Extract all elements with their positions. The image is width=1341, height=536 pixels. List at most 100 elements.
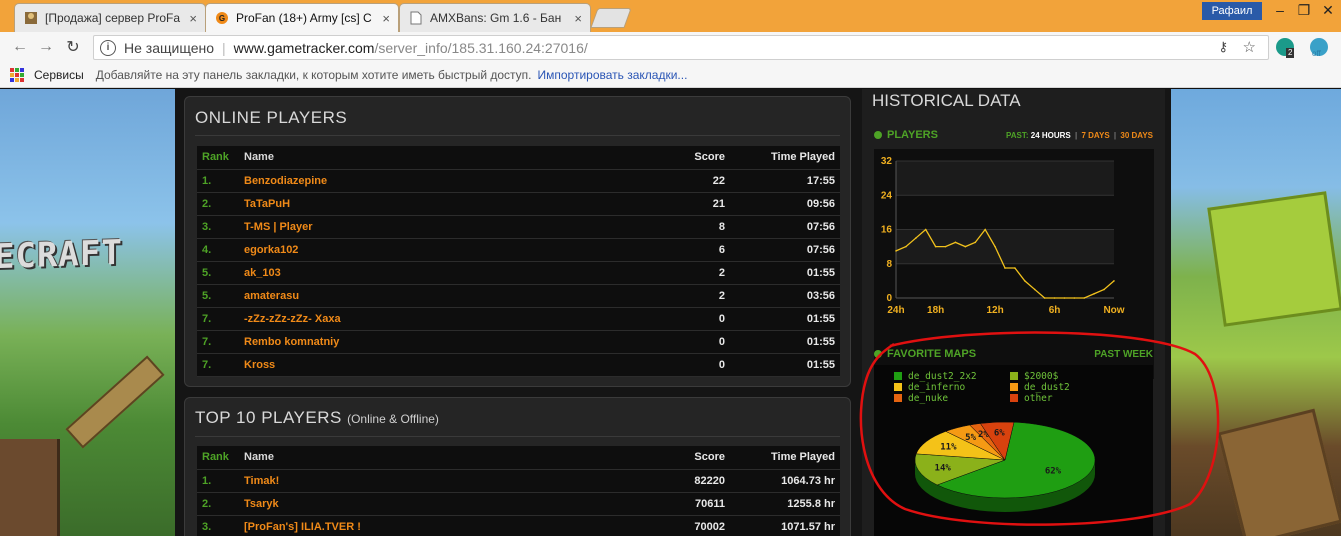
character-art	[0, 439, 60, 536]
player-name-link[interactable]: Tsaryk	[239, 492, 650, 516]
score-cell: 8	[650, 215, 730, 239]
player-name-link[interactable]: Rembo komnatniy	[239, 330, 650, 354]
data-point	[1113, 280, 1115, 282]
x-tick-label: Now	[1103, 305, 1124, 316]
tab-prodazha[interactable]: [Продажа] сервер ProFa ×	[14, 3, 206, 32]
bookmark-services[interactable]: Сервисы	[34, 68, 84, 82]
score-header[interactable]: Score	[650, 446, 730, 470]
rank-cell: 5.	[197, 261, 239, 285]
player-name-link[interactable]: Kross	[239, 353, 650, 377]
data-point	[1043, 297, 1046, 299]
data-point	[1033, 288, 1036, 291]
profile-button[interactable]: Рафаил	[1202, 2, 1262, 20]
extension-icon[interactable]: 2	[1276, 38, 1295, 58]
data-point	[934, 245, 937, 248]
players-label: PLAYERS	[887, 129, 938, 141]
name-header[interactable]: Name	[239, 146, 650, 170]
player-name-link[interactable]: ak_103	[239, 261, 650, 285]
rank-cell: 7.	[197, 330, 239, 354]
close-icon[interactable]: ×	[574, 11, 582, 26]
page-content: ECRAFT ONLINE PLAYERS Rank Name Score Ti…	[0, 89, 1341, 536]
url-path: /server_info/185.31.160.24:27016/	[374, 39, 588, 56]
player-name-link[interactable]: TaTaPuH	[239, 192, 650, 216]
url-host: www.gametracker.com	[233, 39, 375, 56]
extension-off-label: off	[1312, 49, 1321, 58]
reload-icon[interactable]: ↻	[63, 37, 83, 57]
player-name-link[interactable]: -zZz-zZz-zZz- Xaxa	[239, 307, 650, 331]
table-row: 1. Benzodiazepine 22 17:55	[197, 169, 840, 193]
table-row: 7. Kross 0 01:55	[197, 353, 840, 377]
close-icon[interactable]: ×	[382, 11, 390, 26]
close-window-icon[interactable]: ✕	[1314, 0, 1341, 20]
range-7d[interactable]: 7 DAYS	[1081, 131, 1109, 140]
table-row: 5. amaterasu 2 03:56	[197, 284, 840, 308]
panel-title: TOP 10 PLAYERS (Online & Offline)	[195, 408, 439, 428]
tab-amxbans[interactable]: AMXBans: Gm 1.6 - Бан ×	[399, 3, 591, 32]
security-label: Не защищено	[124, 39, 214, 56]
table-row: 2. Tsaryk 70611 1255.8 hr	[197, 492, 840, 516]
svg-text:G: G	[219, 14, 225, 23]
new-tab-button[interactable]	[590, 8, 632, 28]
table-row: 7. Rembo komnatniy 0 01:55	[197, 330, 840, 354]
data-point	[964, 245, 967, 248]
info-icon[interactable]: i	[100, 39, 116, 56]
rank-cell: 3.	[197, 215, 239, 239]
score-header[interactable]: Score	[650, 146, 730, 170]
x-tick-label: 18h	[927, 305, 944, 316]
panel-title: ONLINE PLAYERS	[195, 108, 348, 127]
apps-grid-icon[interactable]	[10, 67, 24, 82]
forward-icon[interactable]: →	[36, 37, 56, 57]
data-point	[984, 228, 986, 231]
top-players-title: TOP 10 PLAYERS	[195, 408, 342, 427]
player-name-link[interactable]: Benzodiazepine	[239, 169, 650, 193]
data-point	[974, 241, 977, 244]
top-players-subtitle: (Online & Offline)	[347, 412, 439, 426]
time-cell: 07:56	[730, 215, 840, 239]
range-24h[interactable]: 24 HOURS	[1031, 131, 1071, 140]
data-point	[954, 241, 957, 244]
y-tick-label: 32	[881, 156, 893, 167]
score-cell: 21	[650, 192, 730, 216]
player-name-link[interactable]: amaterasu	[239, 284, 650, 308]
block-art	[1207, 191, 1341, 327]
time-played-header[interactable]: Time Played	[730, 446, 840, 470]
separator: |	[1113, 131, 1117, 140]
data-point	[895, 250, 897, 252]
player-name-link[interactable]: [ProFan's] ILIA.TVER !	[239, 515, 650, 536]
name-header[interactable]: Name	[239, 446, 650, 470]
time-played-header[interactable]: Time Played	[730, 146, 840, 170]
top-players-table: Rank Name Score Time Played 1. Timak! 8222…	[197, 446, 840, 536]
address-bar[interactable]: i Не защищено | www.gametracker.com /ser…	[93, 35, 1269, 60]
rank-header[interactable]: Rank	[197, 446, 239, 470]
player-name-link[interactable]: T-MS | Player	[239, 215, 650, 239]
y-tick-label: 0	[886, 293, 892, 304]
player-name-link[interactable]: egorka102	[239, 238, 650, 262]
rank-header[interactable]: Rank	[197, 146, 239, 170]
data-point	[1063, 297, 1066, 299]
close-icon[interactable]: ×	[189, 11, 197, 26]
data-point	[1014, 267, 1016, 269]
table-row: 3. [ProFan's] ILIA.TVER ! 70002 1071.57 hr	[197, 515, 840, 536]
range-30d[interactable]: 30 DAYS	[1120, 131, 1153, 140]
tab-profan[interactable]: G ProFan (18+) Army [cs] С ×	[205, 3, 399, 32]
back-icon[interactable]: ←	[10, 37, 30, 57]
import-bookmarks-link[interactable]: Импортировать закладки...	[538, 68, 688, 82]
data-point	[1103, 288, 1105, 291]
score-cell: 6	[650, 238, 730, 262]
browser-window: [Продажа] сервер ProFa × G ProFan (18+) …	[0, 0, 1341, 536]
time-cell: 07:56	[730, 238, 840, 262]
range-selector: PAST: 24 HOURS | 7 DAYS | 30 DAYS	[1006, 131, 1153, 140]
bookmarks-bar: Сервисы Добавляйте на эту панель закладк…	[0, 62, 1341, 88]
score-cell: 70611	[650, 492, 730, 516]
rank-cell: 4.	[197, 238, 239, 262]
rank-cell: 2.	[197, 192, 239, 216]
player-name-link[interactable]: Timak!	[239, 469, 650, 493]
extension-badge: 2	[1286, 48, 1295, 58]
bookmark-star-icon[interactable]: ☆	[1243, 38, 1256, 56]
players-subheading: PLAYERS	[874, 129, 938, 141]
extension-off-icon[interactable]: off	[1310, 38, 1328, 58]
key-icon[interactable]: ⚷	[1218, 39, 1228, 55]
x-tick-label: 6h	[1049, 305, 1061, 316]
table-row: 3. T-MS | Player 8 07:56	[197, 215, 840, 239]
score-cell: 82220	[650, 469, 730, 493]
